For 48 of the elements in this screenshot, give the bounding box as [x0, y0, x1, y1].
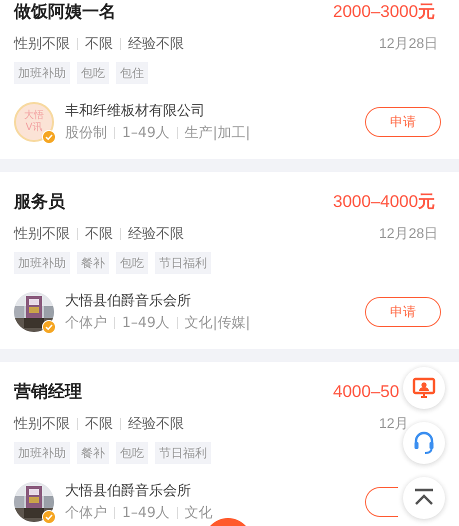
benefit-tag: 加班补助 — [14, 252, 70, 274]
benefit-tag: 加班补助 — [14, 442, 70, 464]
company-detail: 个体户 — [65, 314, 107, 332]
post-date: 12月28日 — [379, 35, 438, 51]
benefit-tag: 加班补助 — [14, 62, 70, 84]
post-date: 12月28日 — [379, 225, 438, 241]
headset-icon — [413, 431, 435, 455]
job-card[interactable]: 服务员 3000–4000元 性别不限 不限 经验不限 12月28日 加班补助 餐补 包吃 节日福利 大悟县伯爵音乐会所 个体户 1–49人 文化|传媒| 申请 — [0, 172, 459, 349]
company-logo: 大悟 V讯 — [14, 102, 54, 142]
company-detail: 文化|传媒| — [184, 314, 250, 332]
salary: 4000–50 — [333, 382, 400, 401]
benefit-tag: 餐补 — [77, 442, 109, 464]
requirement: 性别不限 — [14, 415, 70, 433]
company-detail: 文化 — [184, 504, 213, 522]
requirement: 性别不限 — [14, 225, 70, 243]
salary: 2000–3000元 — [333, 2, 436, 21]
benefit-tag: 节日福利 — [155, 252, 211, 274]
job-title: 做饭阿姨一名 — [14, 1, 116, 24]
requirement: 不限 — [85, 225, 113, 243]
company-name: 大悟县伯爵音乐会所 — [65, 482, 192, 500]
job-title: 营销经理 — [14, 381, 82, 404]
benefit-tag: 包吃 — [116, 442, 148, 464]
benefit-tag: 包吃 — [116, 252, 148, 274]
requirement: 经验不限 — [128, 35, 184, 53]
monitor-icon — [412, 377, 436, 399]
company-detail: 1–49人 — [122, 314, 170, 332]
company-detail: 1–49人 — [122, 504, 170, 522]
job-card[interactable]: 营销经理 4000–50 性别不限 不限 经验不限 12月 加班补助 餐补 包吃 节日福利 大悟县伯爵音乐会所 个体户 1–49人 文化 — [0, 362, 459, 526]
requirement: 不限 — [85, 415, 113, 433]
benefit-tag: 节日福利 — [155, 442, 211, 464]
job-card[interactable]: 做饭阿姨一名 2000–3000元 性别不限 不限 经验不限 12月28日 加班补助 包吃 包住 大悟 V讯 丰和纤维板材有限公司 股份制 1–49人 生产|加工| 申请 — [0, 0, 459, 159]
requirement: 不限 — [85, 35, 113, 53]
apply-button[interactable] — [365, 487, 398, 517]
post-date: 12月 — [379, 415, 409, 431]
company-detail: 个体户 — [65, 504, 107, 522]
benefit-tag: 包住 — [116, 62, 148, 84]
requirement: 经验不限 — [128, 225, 184, 243]
salary: 3000–4000元 — [333, 192, 436, 211]
benefit-tag: 包吃 — [77, 62, 109, 84]
company-name: 丰和纤维板材有限公司 — [65, 102, 206, 120]
company-name: 大悟县伯爵音乐会所 — [65, 292, 192, 310]
company-detail: 股份制 — [65, 124, 107, 142]
requirement: 性别不限 — [14, 35, 70, 53]
requirement: 经验不限 — [128, 415, 184, 433]
company-detail: 1–49人 — [122, 124, 170, 142]
company-detail: 生产|加工| — [184, 124, 250, 142]
benefit-tag: 餐补 — [77, 252, 109, 274]
job-title: 服务员 — [14, 191, 65, 214]
